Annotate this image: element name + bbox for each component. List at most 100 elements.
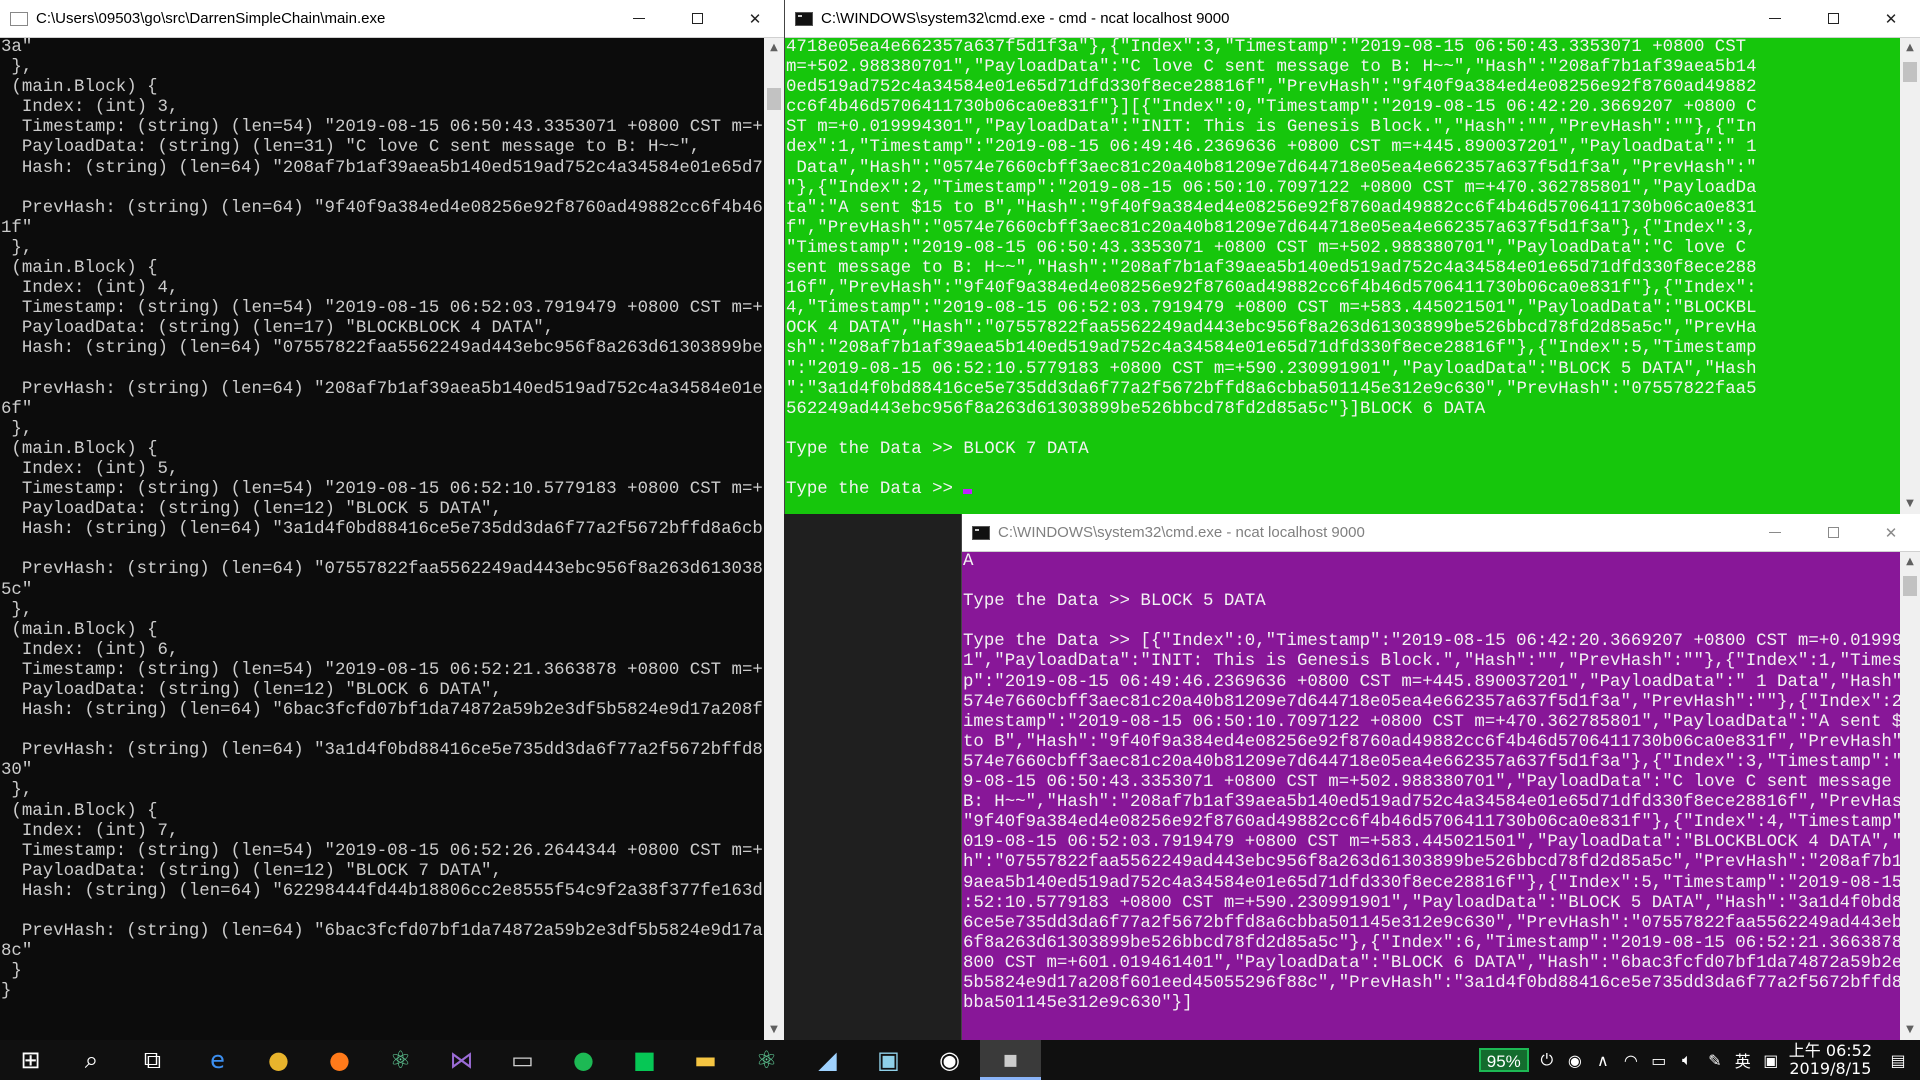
console-output[interactable]: 3a" }, (main.Block) { Index: (int) 3, Ti… bbox=[0, 38, 764, 1040]
console-line: PayloadData: (string) (len=17) "BLOCKBLO… bbox=[1, 319, 555, 339]
console-line: h":"07557822faa5562249ad443ebc956f8a263d… bbox=[963, 853, 1900, 873]
console-line: PrevHash: (string) (len=64) "6bac3fcfd07… bbox=[21, 922, 764, 942]
console-line: Hash: (string) (len=64) "3a1d4f0bd88416c… bbox=[21, 520, 764, 540]
cmd-app[interactable]: ▪ bbox=[980, 1040, 1041, 1080]
console-line: 8c" bbox=[1, 942, 33, 962]
close-button[interactable]: ✕ bbox=[726, 0, 784, 38]
scroll-down-arrow-icon[interactable]: ▼ bbox=[1900, 1020, 1920, 1040]
input-language[interactable]: 英 bbox=[1729, 1040, 1757, 1080]
console-line: Index: (int) 4, bbox=[1, 279, 179, 299]
console-line: 562249ad443ebc956f8a263d61303899be526bbc… bbox=[786, 399, 1486, 419]
scroll-down-arrow-icon[interactable]: ▼ bbox=[764, 1020, 784, 1040]
console-line: Timestamp: (string) (len=54) "2019-08-15… bbox=[21, 660, 764, 680]
console-line: 0ed519ad752c4a34584e01e65d71dfd330f8ece2… bbox=[786, 78, 1757, 98]
console-line: cc6f4b46d5706411730b06ca0e831f"}][{"Inde… bbox=[786, 98, 1757, 118]
clock-date: 2019/8/15 bbox=[1789, 1059, 1872, 1078]
line-app-icon: ■ bbox=[633, 1046, 656, 1074]
vertical-scrollbar[interactable]: ▲ ▼ bbox=[764, 38, 784, 1040]
console-line: Type the Data >> BLOCK 7 DATA bbox=[786, 439, 1089, 459]
console-line: PrevHash: (string) (len=64) "208af7b1af3… bbox=[21, 379, 764, 399]
tray-app-icon[interactable]: ◉ bbox=[1561, 1040, 1589, 1080]
console-line: Index: (int) 5, bbox=[1, 459, 179, 479]
github-app[interactable]: ◉ bbox=[919, 1040, 980, 1080]
maximize-button[interactable] bbox=[668, 0, 726, 38]
cmd-window-green[interactable]: C:\WINDOWS\system32\cmd.exe - cmd - ncat… bbox=[784, 0, 1920, 514]
scroll-up-arrow-icon[interactable]: ▲ bbox=[1900, 552, 1920, 572]
console-line: (main.Block) { bbox=[1, 78, 158, 98]
search-button[interactable]: ⌕ bbox=[61, 1040, 122, 1080]
scroll-up-arrow-icon[interactable]: ▲ bbox=[1900, 38, 1920, 58]
notepad-app[interactable]: ◢ bbox=[797, 1040, 858, 1080]
vertical-scrollbar[interactable]: ▲ ▼ bbox=[1900, 38, 1920, 514]
start-button[interactable]: ⊞ bbox=[0, 1040, 61, 1080]
ime-icon[interactable]: ▣ bbox=[1757, 1040, 1785, 1080]
console-output[interactable]: 4718e05ea4e662357a637f5d1f3a"},{"Index":… bbox=[785, 38, 1900, 514]
volume-icon[interactable]: 🔈︎ bbox=[1673, 1040, 1701, 1080]
file-explorer-app-icon: ▬ bbox=[694, 1046, 717, 1074]
close-button[interactable]: ✕ bbox=[1862, 0, 1920, 38]
action-center-icon[interactable]: ▤ bbox=[1876, 1040, 1920, 1080]
console-line: ST m=+0.019994301","PayloadData":"INIT: … bbox=[786, 118, 1757, 138]
main-exe-window[interactable]: C:\Users\09503\go\src\DarrenSimpleChain\… bbox=[0, 0, 784, 1040]
maximize-button[interactable] bbox=[1804, 514, 1862, 552]
task-view-button[interactable]: ⧉ bbox=[122, 1040, 183, 1080]
scroll-thumb[interactable] bbox=[767, 88, 781, 110]
window-app[interactable]: ▣ bbox=[858, 1040, 919, 1080]
wifi-icon[interactable]: ◠ bbox=[1617, 1040, 1645, 1080]
minimize-button[interactable] bbox=[610, 0, 668, 38]
taskbar-apps: ⊞ ⌕ ⧉ e ● ● ⚛ ⋈ ▭ ● ■ ▬ ⚛ ◢ ▣ ◉ ▪ bbox=[0, 1040, 1041, 1080]
console-line: }, bbox=[1, 58, 33, 78]
console-line: Timestamp: (string) (len=54) "2019-08-15… bbox=[21, 841, 764, 861]
window-title-bar[interactable]: C:\WINDOWS\system32\cmd.exe - ncat local… bbox=[962, 514, 1920, 552]
console-line: "Timestamp":"2019-08-15 06:50:43.3353071… bbox=[786, 238, 1747, 258]
firefox-app[interactable]: ● bbox=[309, 1040, 370, 1080]
clock[interactable]: 上午 06:52 2019/8/15 bbox=[1785, 1040, 1876, 1080]
cmd-window-purple[interactable]: C:\WINDOWS\system32\cmd.exe - ncat local… bbox=[961, 514, 1920, 1040]
show-hidden-icons-chevron-icon[interactable]: ∧ bbox=[1589, 1040, 1617, 1080]
line-app[interactable]: ■ bbox=[614, 1040, 675, 1080]
console-prompt: Type the Data >> bbox=[786, 480, 964, 500]
battery-indicator[interactable]: 95% bbox=[1475, 1040, 1533, 1080]
power-plug-icon[interactable]: ⏻ bbox=[1533, 1040, 1561, 1080]
console-line: Timestamp: (string) (len=54) "2019-08-15… bbox=[21, 480, 764, 500]
battery-icon[interactable]: ▭ bbox=[1645, 1040, 1673, 1080]
console-line: Hash: (string) (len=64) "62298444fd44b18… bbox=[21, 881, 764, 901]
pen-icon[interactable]: ✎ bbox=[1701, 1040, 1729, 1080]
maximize-button[interactable] bbox=[1804, 0, 1862, 38]
scroll-up-arrow-icon[interactable]: ▲ bbox=[764, 38, 784, 58]
atom-app[interactable]: ⚛ bbox=[370, 1040, 431, 1080]
scroll-thumb[interactable] bbox=[1903, 576, 1917, 596]
chrome-app[interactable]: ● bbox=[248, 1040, 309, 1080]
vertical-scrollbar[interactable]: ▲ ▼ bbox=[1900, 552, 1920, 1040]
terminal-app[interactable]: ▭ bbox=[492, 1040, 553, 1080]
console-line: Index: (int) 6, bbox=[1, 640, 179, 660]
console-prompt-line[interactable]: Type the Data >> bbox=[786, 480, 1900, 500]
cmd-icon bbox=[972, 525, 990, 540]
window-title-bar[interactable]: C:\WINDOWS\system32\cmd.exe - cmd - ncat… bbox=[785, 0, 1920, 38]
console-line: to B","Hash":"9f40f9a384ed4e08256e92f876… bbox=[963, 732, 1900, 752]
scroll-down-arrow-icon[interactable]: ▼ bbox=[1900, 494, 1920, 514]
scroll-thumb[interactable] bbox=[1903, 62, 1917, 82]
minimize-button[interactable] bbox=[1746, 514, 1804, 552]
console-line: ":"3a1d4f0bd88416ce5e735dd3da6f77a2f5672… bbox=[786, 379, 1757, 399]
console-output[interactable]: A Type the Data >> BLOCK 5 DATA Type the D… bbox=[962, 552, 1900, 1040]
close-button[interactable]: ✕ bbox=[1862, 514, 1920, 552]
file-explorer-app[interactable]: ▬ bbox=[675, 1040, 736, 1080]
console-line: Hash: (string) (len=64) "6bac3fcfd07bf1d… bbox=[21, 701, 764, 721]
console-line: Index: (int) 7, bbox=[1, 821, 179, 841]
atom-app-2[interactable]: ⚛ bbox=[736, 1040, 797, 1080]
minimize-button[interactable] bbox=[1746, 0, 1804, 38]
window-title-bar[interactable]: C:\Users\09503\go\src\DarrenSimpleChain\… bbox=[0, 0, 784, 38]
spotify-app[interactable]: ● bbox=[553, 1040, 614, 1080]
visual-studio-app[interactable]: ⋈ bbox=[431, 1040, 492, 1080]
console-line: 019-08-15 06:52:03.7919479 +0800 CST m=+… bbox=[963, 833, 1900, 853]
console-line: PrevHash: (string) (len=64) "9f40f9a384e… bbox=[21, 198, 764, 218]
notepad-app-icon: ◢ bbox=[818, 1046, 837, 1074]
console-line: 30" bbox=[1, 761, 33, 781]
console-line: "},{"Index":2,"Timestamp":"2019-08-15 06… bbox=[786, 178, 1757, 198]
console-line: 9-08-15 06:50:43.3353071 +0800 CST m=+50… bbox=[963, 773, 1900, 793]
edge-app[interactable]: e bbox=[187, 1040, 248, 1080]
window-title: C:\WINDOWS\system32\cmd.exe - ncat local… bbox=[998, 524, 1365, 541]
